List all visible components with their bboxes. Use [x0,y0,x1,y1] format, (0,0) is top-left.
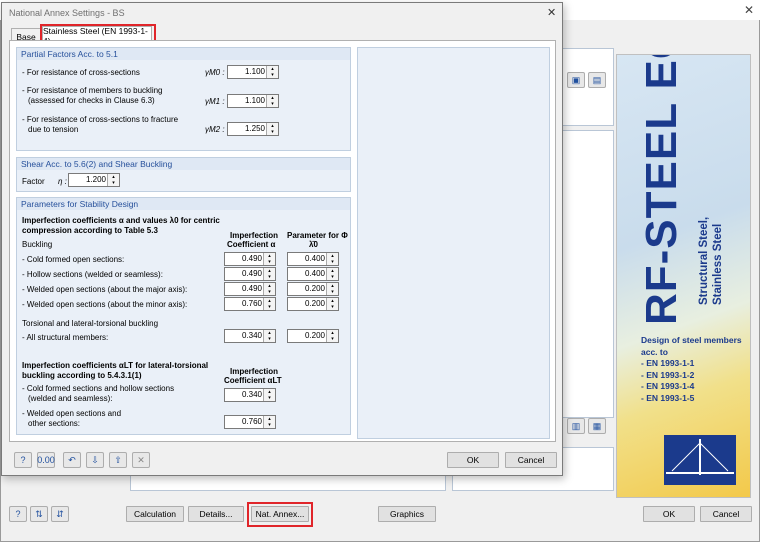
group-header: Parameters for Stability Design [17,198,350,210]
partial-row-label: - For resistance of members to buckling [22,86,163,95]
save-icon[interactable]: ⇩ [86,452,104,468]
bridge-icon [664,435,736,485]
export-icon[interactable]: ⇅ [30,506,48,522]
shear-group: Shear Acc. to 5.6(2) and Shear Buckling [16,157,351,192]
alpha-input[interactable]: 0.760 [224,297,276,311]
delete-icon[interactable]: ✕ [132,452,150,468]
toolbar-icon-2[interactable]: ▤ [588,72,606,88]
lt-row-label-2: (welded and seamless): [28,394,113,403]
dialog-cancel-button[interactable]: Cancel [505,452,557,468]
gamma-m0-input[interactable]: 1.100 [227,65,279,79]
all-members-label: - All structural members: [22,333,109,342]
logo-subtitle: Structural Steel, Stainless Steel [698,216,724,305]
alpha-input[interactable]: 0.490 [224,282,276,296]
dialog-help-icon[interactable]: ? [14,452,32,468]
lambda-all-input[interactable]: 0.200 [287,329,339,343]
gamma-m1-input[interactable]: 1.100 [227,94,279,108]
lt-col-header-2: Coefficient αLT [224,376,282,385]
lambda-input[interactable]: 0.400 [287,267,339,281]
details-button[interactable]: Details... [188,506,244,522]
load-icon[interactable]: ⇧ [109,452,127,468]
col-parameter-header-2: λ̄0 [309,240,318,249]
lt-row-label-2: other sections: [28,419,81,428]
factor-label: Factor [22,177,45,186]
buckling-row-label: - Welded open sections (about the major … [22,285,188,294]
eta-symbol: η : [58,177,67,186]
module-logo: RF-STEEL EC3 Structural Steel, Stainless … [616,54,751,498]
toolbar-icon-1[interactable]: ▣ [567,72,585,88]
col-imperfection-header-2: Coefficient α [227,240,276,249]
partial-row-label-2: due to tension [28,125,79,134]
partial-row-label: - For resistance of cross-sections [22,68,140,77]
default-icon[interactable]: ↶ [63,452,81,468]
graphics-button[interactable]: Graphics [378,506,436,522]
help-icon[interactable]: ? [9,506,27,522]
buckling-label: Buckling [22,240,53,249]
stability-intro-2: compression according to Table 5.3 [22,226,158,235]
decimal-places-icon[interactable]: 0.00 [37,452,55,468]
lt-intro-2: buckling according to 5.4.3.1(1) [22,371,142,380]
buckling-row-label: - Cold formed open sections: [22,255,125,264]
dialog-close-icon[interactable]: ✕ [547,6,556,19]
alpha-input[interactable]: 0.490 [224,252,276,266]
partial-row-label: - For resistance of cross-sections to fr… [22,115,179,124]
stability-intro-1: Imperfection coefficients α and values λ… [22,216,220,225]
gamma-m0-symbol: γM0 : [205,68,225,77]
partial-row-label-2: (assessed for checks in Clause 6.3) [28,96,155,105]
info-pane [357,47,550,439]
buckling-row-label: - Welded open sections (about the minor … [22,300,188,309]
alpha-all-input[interactable]: 0.340 [224,329,276,343]
calculation-button[interactable]: Calculation [126,506,184,522]
lt-row-label: - Welded open sections and [22,409,122,418]
lt-intro-1: Imperfection coefficients αLT for latera… [22,361,209,370]
gamma-m2-input[interactable]: 1.250 [227,122,279,136]
main-ok-button[interactable]: OK [643,506,695,522]
alpha-lt-input[interactable]: 0.340 [224,388,276,402]
alpha-lt-input[interactable]: 0.760 [224,415,276,429]
main-cancel-button[interactable]: Cancel [700,506,752,522]
lambda-input[interactable]: 0.200 [287,282,339,296]
dialog-title: National Annex Settings - BS [9,8,125,18]
toolbar-icon-3[interactable]: ▥ [567,418,585,434]
alpha-input[interactable]: 0.490 [224,267,276,281]
toolbar-icon-4[interactable]: ▦ [588,418,606,434]
main-close-icon[interactable]: ✕ [744,3,754,17]
group-header: Partial Factors Acc. to 5.1 [17,48,350,60]
logo-title: RF-STEEL EC3 [637,54,686,325]
gamma-m2-symbol: γM2 : [205,125,225,134]
lt-row-label: - Cold formed sections and hollow sectio… [22,384,175,393]
buckling-row-label: - Hollow sections (welded or seamless): [22,270,163,279]
lambda-input[interactable]: 0.200 [287,297,339,311]
import-icon[interactable]: ⇵ [51,506,69,522]
group-header: Shear Acc. to 5.6(2) and Shear Buckling [17,158,350,170]
dialog-ok-button[interactable]: OK [447,452,499,468]
lambda-input[interactable]: 0.400 [287,252,339,266]
logo-description: Design of steel members acc. to - EN 1993-… [641,335,742,403]
eta-input[interactable]: 1.200 [68,173,120,187]
torsional-label: Torsional and lateral-torsional buckling [22,319,159,328]
gamma-m1-symbol: γM1 : [205,97,225,106]
nat-annex-highlight [247,502,313,527]
